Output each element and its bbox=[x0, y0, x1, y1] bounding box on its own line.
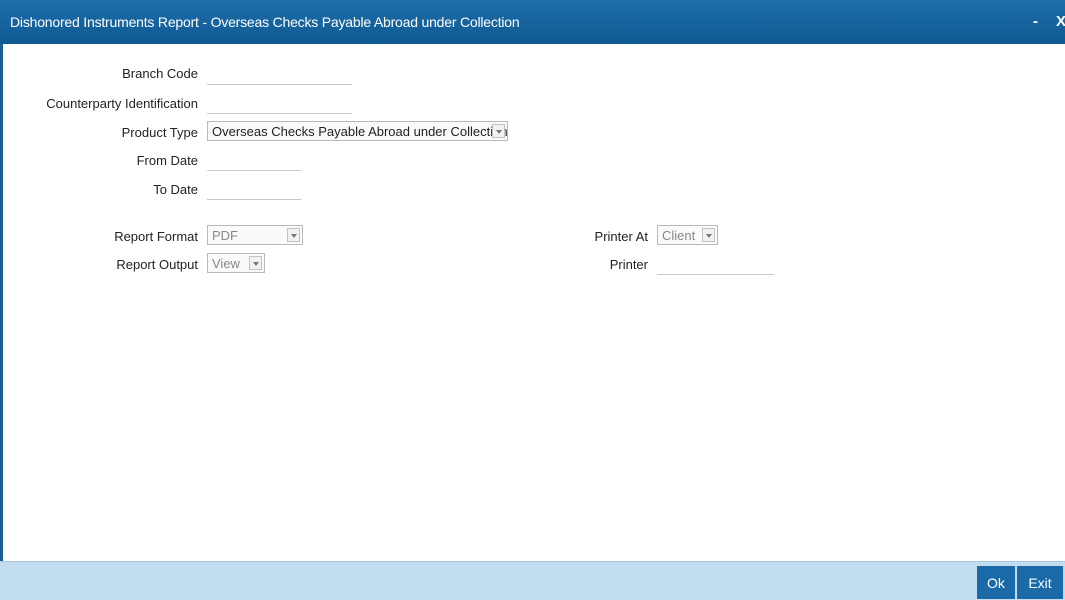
chevron-down-icon[interactable] bbox=[702, 228, 715, 242]
from-date-label: From Date bbox=[136, 153, 198, 168]
report-format-value: PDF bbox=[212, 228, 238, 243]
printer-at-label: Printer At bbox=[594, 229, 648, 244]
product-type-select[interactable]: Overseas Checks Payable Abroad under Col… bbox=[207, 121, 508, 141]
report-output-value: View bbox=[212, 256, 240, 271]
report-format-select[interactable]: PDF bbox=[207, 225, 303, 245]
minimize-button[interactable]: - bbox=[1033, 13, 1038, 30]
chevron-down-icon[interactable] bbox=[287, 228, 300, 242]
report-format-label: Report Format bbox=[114, 229, 198, 244]
printer-at-value: Client bbox=[662, 228, 696, 243]
printer-at-select[interactable]: Client bbox=[657, 225, 718, 245]
product-type-label: Product Type bbox=[121, 125, 198, 140]
close-button[interactable]: X bbox=[1056, 13, 1065, 30]
window-frame bbox=[0, 44, 3, 599]
to-date-input[interactable] bbox=[207, 182, 301, 200]
report-output-select[interactable]: View bbox=[207, 253, 265, 273]
chevron-down-icon[interactable] bbox=[249, 256, 262, 270]
to-date-label: To Date bbox=[153, 182, 198, 197]
window-title: Dishonored Instruments Report - Overseas… bbox=[10, 14, 520, 30]
branch-code-input[interactable] bbox=[207, 67, 352, 85]
branch-code-label: Branch Code bbox=[122, 66, 198, 81]
title-bar: Dishonored Instruments Report - Overseas… bbox=[0, 0, 1065, 44]
from-date-input[interactable] bbox=[207, 153, 301, 171]
footer-bar bbox=[0, 561, 1065, 600]
ok-button[interactable]: Ok bbox=[977, 566, 1015, 599]
exit-button[interactable]: Exit bbox=[1017, 566, 1063, 599]
counterparty-identification-input[interactable] bbox=[207, 96, 352, 114]
counterparty-identification-label: Counterparty Identification bbox=[46, 96, 198, 111]
report-output-label: Report Output bbox=[116, 257, 198, 272]
product-type-value: Overseas Checks Payable Abroad under Col… bbox=[212, 124, 508, 139]
printer-label: Printer bbox=[609, 257, 648, 272]
printer-input[interactable] bbox=[657, 257, 774, 275]
chevron-down-icon[interactable] bbox=[492, 124, 505, 138]
